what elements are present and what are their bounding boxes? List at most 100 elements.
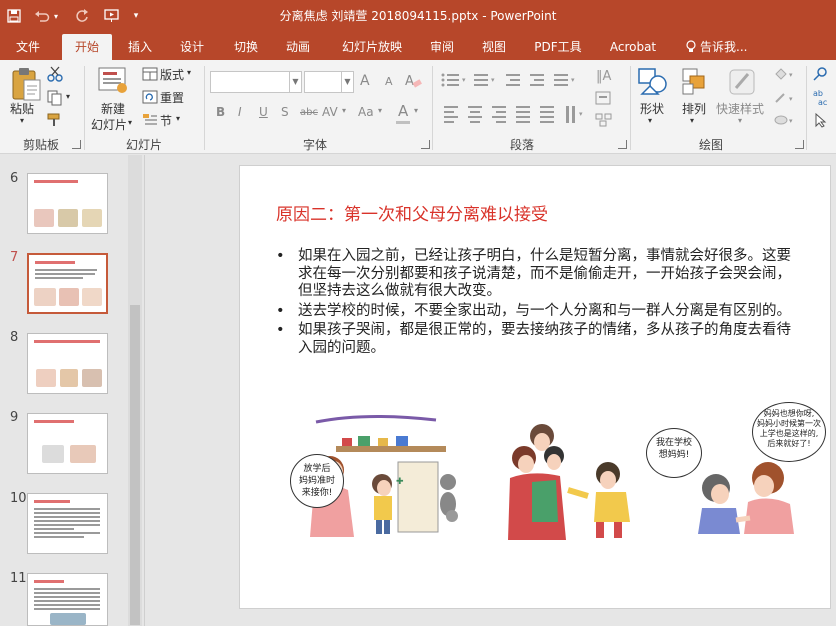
slide-title[interactable]: 原因二：第一次和父母分离难以接受 [276, 200, 548, 225]
text-direction-icon[interactable]: ‖A [594, 66, 614, 87]
quick-styles-button[interactable]: 快速样式 [716, 100, 764, 117]
tell-me-search[interactable]: 告诉我... [700, 34, 754, 60]
shapes-icon[interactable] [636, 66, 670, 101]
thumbnail-scrollbar[interactable] [128, 155, 142, 626]
copy-icon[interactable] [46, 90, 64, 109]
tab-home[interactable]: 开始 [62, 34, 112, 60]
change-case-button[interactable]: Aa [358, 105, 374, 119]
scrollbar-thumb[interactable] [130, 305, 140, 625]
tab-slideshow[interactable]: 幻灯片放映 [330, 34, 414, 60]
paragraph-launcher-icon[interactable] [618, 140, 627, 149]
layout-dropdown-icon[interactable]: ▾ [187, 68, 191, 77]
character-spacing-button[interactable]: AV [322, 105, 338, 119]
chevron-down-icon[interactable]: ▾ [342, 106, 346, 115]
svg-text:A: A [405, 74, 414, 89]
chevron-down-icon[interactable]: ▼ [341, 72, 353, 92]
italic-button[interactable]: I [238, 105, 242, 119]
section-icon[interactable] [142, 112, 158, 129]
svg-text:‖A: ‖A [596, 69, 612, 84]
underline-button[interactable]: U [259, 105, 268, 119]
tab-file[interactable]: 文件 [4, 34, 52, 60]
tab-transitions[interactable]: 切换 [224, 34, 268, 60]
ribbon-home: 粘贴 ▾ ▾ 剪贴板 新建 幻灯片 ▾ 版式 ▾ 重置 节 ▾ 幻灯片 ▼ ▼ … [0, 60, 836, 154]
select-icon[interactable] [812, 112, 830, 131]
layout-button[interactable]: 版式 [160, 66, 184, 83]
slide-thumbnail-9[interactable] [27, 413, 108, 474]
strikethrough-button[interactable]: abc [300, 107, 318, 118]
copy-dropdown-icon[interactable]: ▾ [66, 92, 70, 101]
cut-icon[interactable] [46, 66, 64, 85]
window-title: 分离焦虑 刘靖萱 2018094115.pptx - PowerPoint [279, 9, 557, 23]
svg-text:▾: ▾ [789, 95, 793, 103]
text-shadow-button[interactable]: S [281, 105, 289, 119]
bullet-item: 如果在入园之前，已经让孩子明白，什么是短暂分离，事情就会好很多。这要求在每一次分… [276, 248, 796, 301]
reset-button[interactable]: 重置 [160, 89, 184, 106]
slide-thumbnail-6[interactable] [27, 173, 108, 234]
ribbon-tabs: 文件 开始 插入 设计 切换 动画 幻灯片放映 审阅 视图 PDF工具 Acro… [0, 32, 836, 60]
section-button[interactable]: 节 [160, 112, 172, 129]
tab-review[interactable]: 审阅 [420, 34, 464, 60]
tab-pdf-tools[interactable]: PDF工具 [528, 34, 588, 60]
chevron-down-icon[interactable]: ▾ [648, 116, 652, 125]
tab-view[interactable]: 视图 [472, 34, 516, 60]
title-bar: ▾ ▾ 分离焦虑 刘靖萱 2018094115.pptx - PowerPoin… [0, 0, 836, 32]
shrink-font-button[interactable]: A [385, 75, 393, 88]
slide-thumbnail-10[interactable] [27, 493, 108, 554]
clipboard-launcher-icon[interactable] [72, 140, 81, 149]
slide-thumbnail-7[interactable] [27, 253, 108, 314]
thumbnail-number: 11 [10, 571, 27, 586]
new-slide-icon[interactable] [98, 66, 128, 97]
svg-text:▾: ▾ [789, 117, 793, 125]
shape-effects-icon[interactable]: ▾ [772, 112, 796, 131]
replace-icon[interactable]: ab ac [812, 88, 834, 109]
format-painter-icon[interactable] [46, 112, 64, 131]
chevron-down-icon[interactable]: ▾ [690, 116, 694, 125]
tab-animations[interactable]: 动画 [276, 34, 320, 60]
slides-group-label: 幻灯片 [125, 138, 162, 152]
shape-outline-icon[interactable]: ▾ [772, 90, 796, 109]
smartart-icon[interactable] [594, 112, 614, 131]
speech-bubble: 我在学校 想妈妈! [646, 428, 702, 478]
layout-icon[interactable] [142, 67, 158, 84]
bold-button[interactable]: B [216, 105, 225, 119]
find-icon[interactable] [812, 66, 830, 85]
drawing-launcher-icon[interactable] [795, 140, 804, 149]
svg-text:▾: ▾ [491, 76, 495, 84]
new-slide-label[interactable]: 新建 [101, 100, 125, 117]
quick-styles-icon[interactable] [726, 66, 758, 101]
tab-design[interactable]: 设计 [170, 34, 214, 60]
new-slide-dropdown-icon[interactable]: ▾ [128, 118, 132, 127]
paste-dropdown-icon[interactable]: ▾ [20, 116, 24, 125]
paragraph-group-label: 段落 [509, 138, 534, 152]
section-dropdown-icon[interactable]: ▾ [176, 114, 180, 123]
chevron-down-icon[interactable]: ▾ [378, 106, 382, 115]
clear-formatting-icon[interactable]: A [404, 72, 422, 93]
grow-font-button[interactable]: A [360, 73, 370, 89]
thumbnail-number: 7 [10, 250, 19, 265]
font-color-button[interactable]: A [398, 102, 408, 120]
thumbnail-number: 6 [10, 171, 19, 186]
slide-thumbnail-11[interactable] [27, 573, 108, 626]
font-launcher-icon[interactable] [421, 140, 430, 149]
reset-icon[interactable] [142, 90, 158, 107]
paragraph-formatting-icons: ▾ ▾ ▾ ▾ [440, 70, 618, 133]
font-name-combo[interactable]: ▼ [210, 71, 302, 93]
illustration-crying-child[interactable] [502, 412, 642, 546]
bullet-list[interactable]: 如果在入园之前，已经让孩子明白，什么是短暂分离，事情就会好很多。这要求在每一次分… [276, 248, 796, 359]
slide-thumbnail-8[interactable] [27, 333, 108, 394]
chevron-down-icon[interactable]: ▾ [414, 106, 418, 115]
shape-fill-icon[interactable]: ▾ [772, 66, 796, 85]
chevron-down-icon[interactable]: ▼ [289, 72, 301, 92]
shapes-button[interactable]: 形状 [640, 100, 664, 117]
current-slide[interactable]: 原因二：第一次和父母分离难以接受 如果在入园之前，已经让孩子明白，什么是短暂分离… [239, 165, 831, 609]
chevron-down-icon[interactable]: ▾ [738, 116, 742, 125]
paste-button[interactable]: 粘贴 [10, 100, 34, 117]
tab-insert[interactable]: 插入 [118, 34, 162, 60]
thumbnail-number: 10 [10, 491, 27, 506]
font-size-combo[interactable]: ▼ [304, 71, 354, 93]
tab-acrobat[interactable]: Acrobat [600, 34, 666, 60]
arrange-button[interactable]: 排列 [682, 100, 706, 117]
align-text-icon[interactable] [594, 90, 614, 109]
arrange-icon[interactable] [680, 66, 710, 101]
new-slide-button[interactable]: 幻灯片 [91, 116, 127, 133]
